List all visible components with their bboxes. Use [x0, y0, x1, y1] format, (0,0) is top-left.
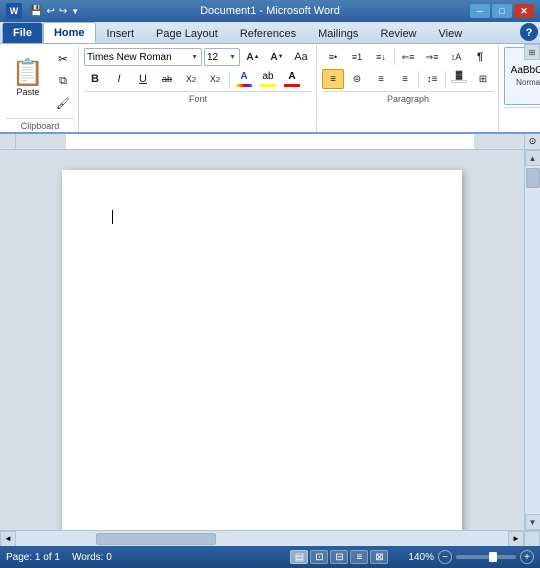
paragraph-label: Paragraph [322, 91, 494, 105]
tab-mailings[interactable]: Mailings [307, 23, 369, 43]
text-cursor [112, 210, 113, 224]
maximize-button[interactable]: □ [492, 4, 512, 18]
tab-home[interactable]: Home [43, 22, 96, 43]
paragraph-group: ≡• ≡1 ≡↓ ⇐≡ ⇒≡ ↕A ¶ ≡ ⊜ ≡ ≡ ↕≡ [318, 45, 499, 132]
ribbon-expand-button[interactable]: ⊞ [524, 44, 540, 60]
scroll-left-button[interactable]: ◄ [0, 531, 16, 547]
borders-button[interactable]: ⊞ [472, 69, 494, 89]
show-marks-button[interactable]: ¶ [469, 47, 491, 67]
text-highlight-button[interactable]: ab [257, 69, 279, 89]
vertical-scrollbar: ▲ ▼ [524, 150, 540, 530]
scroll-thumb-horizontal[interactable] [96, 533, 216, 545]
font-name-selector[interactable]: Times New Roman ▼ [84, 48, 202, 66]
quick-undo-icon[interactable]: ↩ [46, 6, 54, 17]
document-page[interactable] [62, 170, 462, 530]
strikethrough-button[interactable]: ab [156, 69, 178, 89]
tab-view[interactable]: View [428, 23, 474, 43]
view-outline[interactable]: ≡ [350, 550, 368, 564]
justify-button[interactable]: ≡ [394, 69, 416, 89]
document-area: ▲ ▼ [0, 150, 540, 530]
scroll-track-horizontal[interactable] [16, 531, 508, 546]
paste-button[interactable]: 📋 Paste [6, 47, 50, 109]
view-fullscreen[interactable]: ⊡ [310, 550, 328, 564]
multilevel-button[interactable]: ≡↓ [370, 47, 392, 67]
zoom-decrease-button[interactable]: − [438, 550, 452, 564]
app-icon: W [6, 3, 22, 19]
view-web[interactable]: ⊟ [330, 550, 348, 564]
underline-button[interactable]: U [132, 69, 154, 89]
increase-indent-button[interactable]: ⇒≡ [421, 47, 443, 67]
scroll-up-button[interactable]: ▲ [525, 150, 540, 166]
view-print-layout[interactable]: ▤ [290, 550, 308, 564]
align-center-button[interactable]: ⊜ [346, 69, 368, 89]
status-bar: Page: 1 of 1 Words: 0 ▤ ⊡ ⊟ ≡ ⊠ 140% − + [0, 546, 540, 568]
page-status: Page: 1 of 1 [6, 552, 60, 563]
format-painter-button[interactable]: 🖌 [52, 93, 74, 113]
zoom-slider[interactable] [456, 555, 516, 559]
quick-dropdown-icon[interactable]: ▼ [71, 7, 79, 16]
bold-button[interactable]: B [84, 69, 106, 89]
window-title: Document1 - Microsoft Word [200, 5, 340, 17]
grow-font-button[interactable]: A▲ [242, 47, 264, 67]
quick-redo-icon[interactable]: ↪ [59, 6, 67, 17]
tab-insert[interactable]: Insert [96, 23, 146, 43]
cut-button[interactable]: ✂ [52, 49, 74, 69]
line-spacing-button[interactable]: ↕≡ [421, 69, 443, 89]
horizontal-scrollbar: ◄ ► [0, 530, 540, 546]
scroll-right-button[interactable]: ► [508, 531, 524, 547]
tab-file[interactable]: File [2, 22, 43, 43]
quick-save-icon[interactable]: 💾 [30, 6, 42, 17]
scroll-thumb-vertical[interactable] [526, 168, 540, 188]
ruler-corner [0, 134, 16, 150]
ribbon-tabs: File Home Insert Page Layout References … [0, 22, 540, 44]
font-size-selector[interactable]: 12 ▼ [204, 48, 240, 66]
copy-button[interactable]: ⧉ [52, 71, 74, 91]
italic-button[interactable]: I [108, 69, 130, 89]
paste-icon: 📋 [12, 59, 44, 85]
bullets-button[interactable]: ≡• [322, 47, 344, 67]
document-canvas[interactable] [0, 150, 524, 530]
tab-pagelayout[interactable]: Page Layout [145, 23, 229, 43]
ruler-right-corner[interactable]: ⊙ [524, 134, 540, 150]
zoom-level: 140% [408, 552, 434, 563]
styles-label: Styles [504, 107, 540, 121]
subscript-button[interactable]: X2 [180, 69, 202, 89]
font-group: Times New Roman ▼ 12 ▼ A▲ A▼ Aa B I U [80, 45, 317, 132]
sort-button[interactable]: ↕A [445, 47, 467, 67]
zoom-increase-button[interactable]: + [520, 550, 534, 564]
scroll-down-button[interactable]: ▼ [525, 514, 540, 530]
words-status: Words: 0 [72, 552, 112, 563]
superscript-button[interactable]: X2 [204, 69, 226, 89]
clear-format-button[interactable]: Aa [290, 47, 312, 67]
align-left-button[interactable]: ≡ [322, 69, 344, 89]
clipboard-label: Clipboard [6, 118, 74, 132]
minimize-button[interactable]: ─ [470, 4, 490, 18]
tab-review[interactable]: Review [369, 23, 427, 43]
shrink-font-button[interactable]: A▼ [266, 47, 288, 67]
numbering-button[interactable]: ≡1 [346, 47, 368, 67]
close-button[interactable]: ✕ [514, 4, 534, 18]
shading-button[interactable]: ▓ [448, 69, 470, 89]
font-color-button[interactable]: A [281, 69, 303, 89]
font-label: Font [84, 91, 312, 105]
scroll-corner-box [524, 531, 540, 547]
tab-references[interactable]: References [229, 23, 307, 43]
ruler-container: ⊙ [0, 134, 540, 150]
font-name-dropdown-icon[interactable]: ▼ [190, 54, 199, 61]
tab-help[interactable]: ? [520, 23, 538, 41]
title-bar: W 💾 ↩ ↪ ▼ Document1 - Microsoft Word ─ □… [0, 0, 540, 22]
text-effects-button[interactable]: A [233, 69, 255, 89]
zoom-slider-thumb[interactable] [489, 552, 497, 562]
zoom-area: 140% − + [408, 550, 534, 564]
font-size-dropdown-icon[interactable]: ▼ [228, 54, 237, 61]
ribbon: 📋 Paste ✂ ⧉ 🖌 Clipboard Times New Roman … [0, 44, 540, 134]
clipboard-group: 📋 Paste ✂ ⧉ 🖌 Clipboard [2, 45, 79, 132]
ruler [16, 134, 524, 150]
scroll-track-vertical[interactable] [525, 166, 540, 514]
decrease-indent-button[interactable]: ⇐≡ [397, 47, 419, 67]
align-right-button[interactable]: ≡ [370, 69, 392, 89]
view-draft[interactable]: ⊠ [370, 550, 388, 564]
